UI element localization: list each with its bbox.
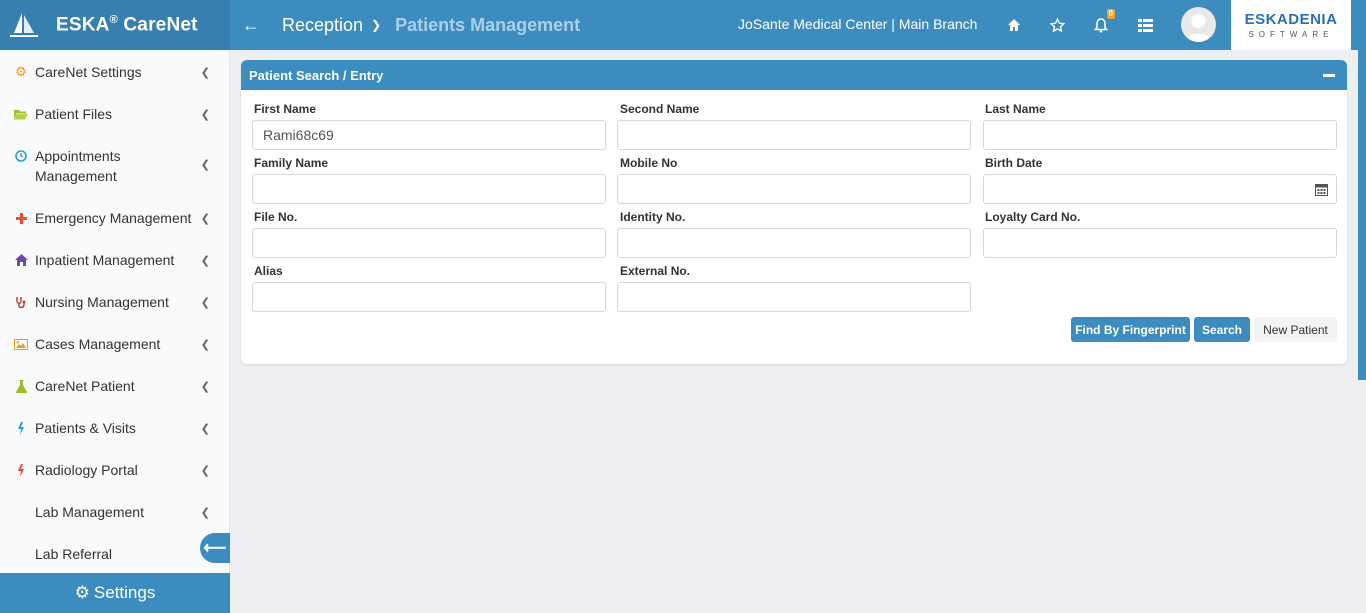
settings-label: Settings xyxy=(93,583,156,602)
file-no-input[interactable] xyxy=(252,228,606,258)
flask-icon xyxy=(14,379,28,393)
new-patient-button[interactable]: New Patient xyxy=(1254,317,1337,342)
brand[interactable]: ESKA® CareNet xyxy=(0,0,230,50)
chevron-left-icon: ❮ xyxy=(200,66,210,79)
chevron-left-icon: ❮ xyxy=(200,464,210,477)
folder-open-icon xyxy=(14,107,28,121)
bolt-icon xyxy=(14,463,28,477)
bolt-icon xyxy=(14,421,28,435)
first-name-input[interactable] xyxy=(252,120,606,150)
loyalty-card-no-label: Loyalty Card No. xyxy=(985,210,1081,224)
brand-name: ESKA® CareNet xyxy=(56,13,198,36)
family-name-input[interactable] xyxy=(252,174,606,204)
birth-date-input[interactable] xyxy=(983,174,1337,204)
clock-icon xyxy=(14,149,28,163)
page-title: Patients Management xyxy=(395,14,581,35)
patient-search-panel: Patient Search / Entry First Name Second… xyxy=(241,60,1347,364)
arrow-left-icon: ← xyxy=(242,14,260,35)
sidebar-item-appointments-management[interactable]: Appointments Management ❮ xyxy=(0,146,230,186)
mobile-no-label: Mobile No xyxy=(620,156,678,170)
sidebar-item-carenet-settings[interactable]: ⚙ CareNet Settings ❮ xyxy=(0,62,230,82)
module-label: Reception xyxy=(282,14,364,35)
minimize-icon[interactable] xyxy=(1323,74,1335,77)
mobile-no-input[interactable] xyxy=(617,174,971,204)
chevron-left-icon: ❮ xyxy=(200,380,210,393)
chevron-left-icon: ❮ xyxy=(200,338,210,351)
user-avatar[interactable] xyxy=(1181,7,1216,42)
bell-icon[interactable]: 0 xyxy=(1089,9,1115,37)
second-name-input[interactable] xyxy=(617,120,971,150)
page-scrollbar[interactable] xyxy=(1358,50,1366,380)
home-icon[interactable] xyxy=(1002,13,1026,37)
plus-icon xyxy=(14,211,28,225)
birth-date-label: Birth Date xyxy=(985,156,1043,170)
file-no-label: File No. xyxy=(254,210,298,224)
alias-input[interactable] xyxy=(252,282,606,312)
picture-icon xyxy=(14,337,28,351)
gear-icon: ⚙ xyxy=(15,64,27,79)
search-button[interactable]: Search xyxy=(1194,317,1250,342)
sidebar-item-cases-management[interactable]: Cases Management ❮ xyxy=(0,334,230,354)
second-name-label: Second Name xyxy=(620,102,700,116)
gear-icon: ⚙ xyxy=(74,583,90,602)
company-logo: ESKADENIA SOFTWARE xyxy=(1231,0,1351,50)
identity-no-input[interactable] xyxy=(617,228,971,258)
star-icon[interactable] xyxy=(1045,13,1069,37)
first-name-label: First Name xyxy=(254,102,317,116)
identity-no-label: Identity No. xyxy=(620,210,686,224)
panel-title: Patient Search / Entry xyxy=(249,67,384,83)
family-name-label: Family Name xyxy=(254,156,329,170)
home-icon xyxy=(14,253,28,267)
settings-button[interactable]: ⚙ Settings xyxy=(0,573,230,613)
chevron-left-icon: ❮ xyxy=(200,296,210,309)
sidebar-item-inpatient-management[interactable]: Inpatient Management ❮ xyxy=(0,250,230,270)
external-no-input[interactable] xyxy=(617,282,971,312)
chevron-down-icon: ❯ xyxy=(371,18,382,32)
chevron-left-icon: ❮ xyxy=(200,212,210,225)
stethoscope-icon xyxy=(14,295,28,309)
chevron-left-icon: ❮ xyxy=(200,159,210,171)
back-button[interactable]: ← xyxy=(230,0,272,50)
last-name-input[interactable] xyxy=(983,120,1337,150)
chevron-left-icon: ❮ xyxy=(200,254,210,267)
last-name-label: Last Name xyxy=(985,102,1046,116)
sidebar-item-lab-referral[interactable]: Lab Referral xyxy=(0,544,230,564)
sidebar: ⚙ CareNet Settings ❮ Patient Files ❮ App… xyxy=(0,50,230,613)
chevron-left-icon: ❮ xyxy=(200,108,210,121)
arrow-left-icon: ⟵ xyxy=(203,540,227,557)
panel-header: Patient Search / Entry xyxy=(241,60,1347,90)
sidebar-item-nursing-management[interactable]: Nursing Management ❮ xyxy=(0,292,230,312)
sidebar-item-patients-visits[interactable]: Patients & Visits ❮ xyxy=(0,418,230,438)
branch-name[interactable]: JoSante Medical Center | Main Branch xyxy=(738,16,977,32)
sidebar-item-emergency-management[interactable]: Emergency Management ❮ xyxy=(0,208,230,228)
chevron-left-icon: ❮ xyxy=(200,422,210,435)
top-bar: ESKA® CareNet ← Reception ❯ Patients Man… xyxy=(0,0,1366,50)
alias-label: Alias xyxy=(254,264,283,278)
notification-badge: 0 xyxy=(1106,9,1115,19)
sailboat-logo-icon xyxy=(10,13,38,37)
sidebar-item-patient-files[interactable]: Patient Files ❮ xyxy=(0,104,230,124)
loyalty-card-no-input[interactable] xyxy=(983,228,1337,258)
chevron-left-icon: ❮ xyxy=(200,506,210,519)
calendar-icon[interactable] xyxy=(1315,183,1328,196)
sidebar-item-carenet-patient[interactable]: CareNet Patient ❮ xyxy=(0,376,230,396)
grid-icon[interactable] xyxy=(1133,13,1157,37)
find-by-fingerprint-button[interactable]: Find By Fingerprint xyxy=(1071,317,1190,342)
sidebar-item-lab-management[interactable]: Lab Management ❮ xyxy=(0,502,230,522)
module-dropdown[interactable]: Reception ❯ xyxy=(282,15,381,36)
external-no-label: External No. xyxy=(620,264,691,278)
sidebar-item-radiology-portal[interactable]: Radiology Portal ❮ xyxy=(0,460,230,480)
collapse-sidebar-button[interactable]: ⟵ xyxy=(200,533,230,563)
